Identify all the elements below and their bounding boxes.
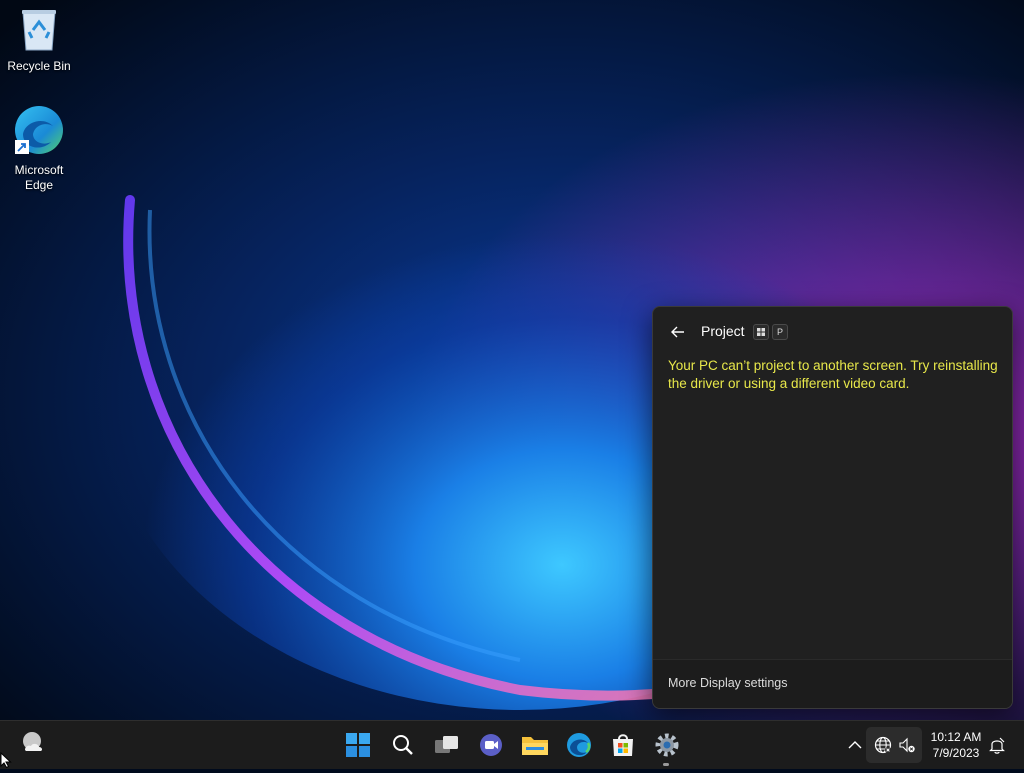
mouse-cursor-icon <box>0 751 12 773</box>
weather-widget[interactable] <box>16 727 48 759</box>
task-view-button[interactable] <box>431 729 463 761</box>
chat-button[interactable] <box>475 729 507 761</box>
store-icon <box>613 734 633 756</box>
recycle-bin-icon <box>1 8 77 56</box>
edge-icon <box>1 104 77 160</box>
start-icon <box>346 733 370 757</box>
more-display-settings-link[interactable]: More Display settings <box>668 676 788 690</box>
teams-chat-icon <box>480 734 502 756</box>
file-explorer-icon <box>522 737 548 755</box>
search-button[interactable] <box>387 729 419 761</box>
settings-running-indicator <box>663 763 669 766</box>
back-arrow-icon <box>671 326 684 338</box>
windows-key-icon <box>753 324 769 340</box>
edge-label: Microsoft Edge <box>14 163 64 192</box>
network-globe-icon <box>874 736 892 759</box>
back-button[interactable] <box>665 319 691 345</box>
project-flyout: Project P Your PC can’t project to anoth… <box>652 306 1013 709</box>
recycle-bin-shortcut[interactable]: Recycle Bin <box>1 8 77 74</box>
notification-center-button[interactable] <box>981 729 1013 761</box>
flyout-header: Project P <box>653 319 1012 345</box>
recycle-bin-label: Recycle Bin <box>7 59 71 73</box>
file-explorer-button[interactable] <box>519 729 551 761</box>
edge-taskbar-button[interactable] <box>563 729 595 761</box>
task-view-icon <box>435 736 458 753</box>
tray-quick-settings[interactable] <box>866 727 922 763</box>
flyout-footer: More Display settings <box>653 659 1012 708</box>
search-icon <box>393 735 413 755</box>
clock-time: 10:12 AM <box>930 730 982 744</box>
settings-icon <box>655 733 679 757</box>
clock[interactable]: 10:12 AM 7/9/2023 <box>926 729 986 761</box>
edge-icon <box>567 733 591 757</box>
error-message: Your PC can’t project to another screen.… <box>668 358 998 391</box>
start-button[interactable] <box>342 729 374 761</box>
shortcut-key-p: P <box>772 324 788 340</box>
clock-date: 7/9/2023 <box>932 746 980 760</box>
taskbar: 10:12 AM 7/9/2023 <box>0 720 1024 769</box>
weather-icon <box>23 732 43 751</box>
volume-muted-icon <box>898 736 916 759</box>
chevron-up-icon <box>848 741 862 749</box>
notification-bell-icon <box>989 737 1005 754</box>
store-button[interactable] <box>607 729 639 761</box>
settings-button[interactable] <box>651 729 683 761</box>
flyout-title: Project <box>701 323 745 339</box>
edge-shortcut[interactable]: Microsoft Edge <box>1 104 77 193</box>
